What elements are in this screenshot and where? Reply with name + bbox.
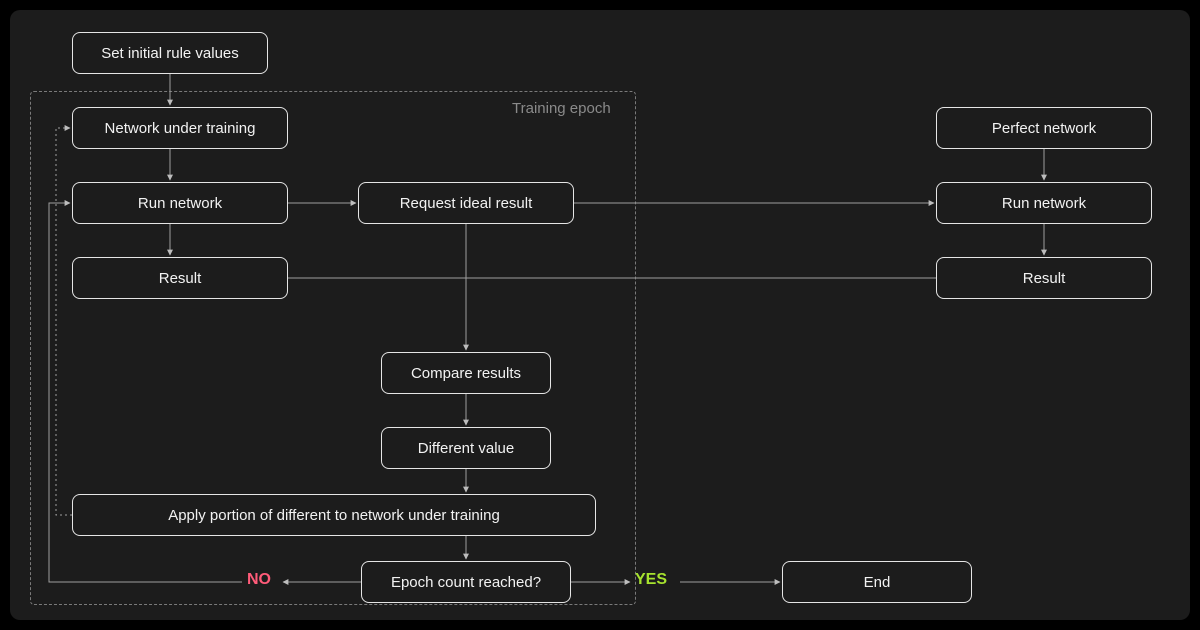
connector-layer — [10, 10, 1190, 620]
diagram-canvas: { "nodes": { "set_initial": "Set initial… — [10, 10, 1190, 620]
